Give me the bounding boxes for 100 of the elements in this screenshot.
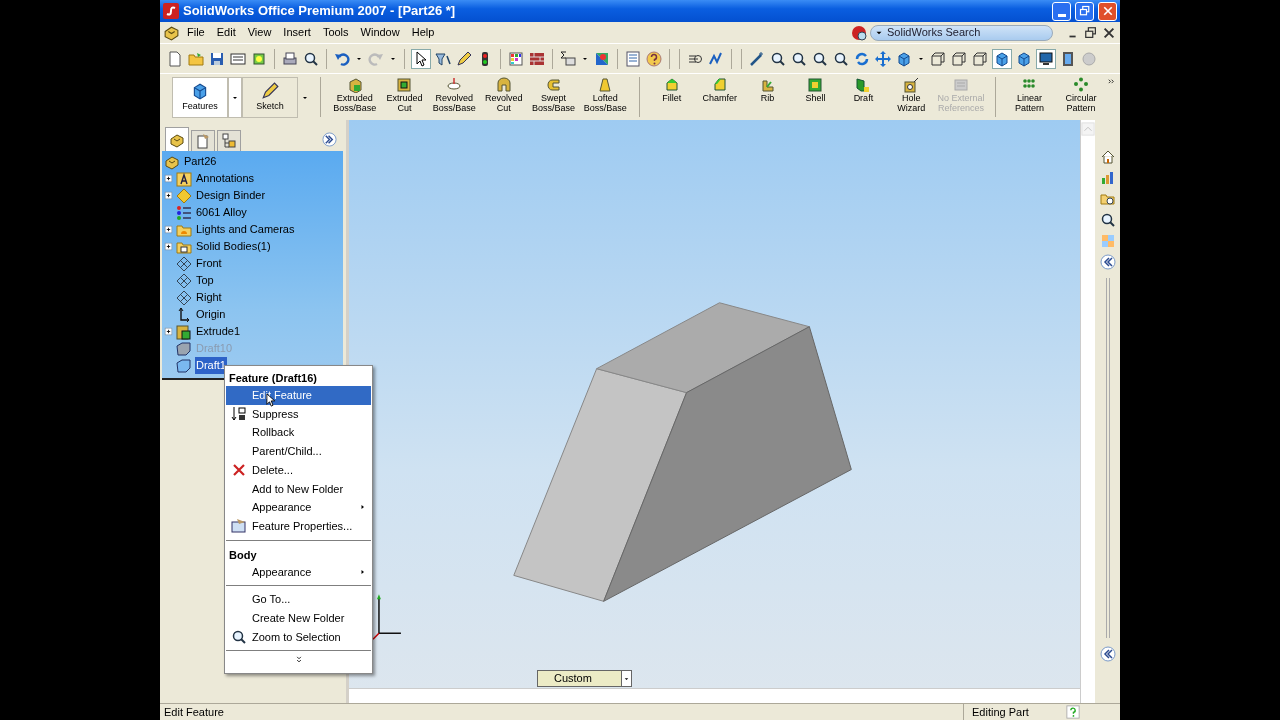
loft-icon bbox=[597, 77, 614, 93]
sketch-pencil-icon[interactable] bbox=[455, 49, 473, 68]
menu-item[interactable]: Window bbox=[355, 23, 405, 42]
minimize-button[interactable] bbox=[1052, 1, 1071, 21]
sweep-icon bbox=[545, 77, 562, 93]
tree-item[interactable]: Draft1 bbox=[195, 357, 227, 374]
expand-icon[interactable] bbox=[164, 174, 173, 183]
context-menu-item[interactable]: Create New Folder bbox=[226, 608, 371, 628]
tree-item[interactable]: Right bbox=[195, 289, 223, 306]
disabled-references-icon bbox=[953, 77, 969, 93]
menu-item[interactable]: Edit bbox=[211, 23, 241, 42]
restore-button[interactable] bbox=[1075, 1, 1094, 21]
expand-icon[interactable] bbox=[164, 225, 173, 234]
axis-triad-icon bbox=[372, 594, 402, 641]
context-menu-item[interactable]: Rollback bbox=[226, 423, 371, 443]
expand-icon[interactable] bbox=[164, 327, 173, 336]
wand-icon[interactable] bbox=[748, 49, 766, 68]
command-button[interactable]: Hole Wizard bbox=[887, 77, 936, 118]
menu-item[interactable]: Insert bbox=[278, 23, 316, 42]
collapse-panel-icon[interactable] bbox=[1098, 253, 1117, 271]
command-button[interactable]: Fillet bbox=[647, 77, 696, 118]
context-menu-item[interactable]: Delete... bbox=[226, 460, 371, 480]
menu-section-title: Feature (Draft16) bbox=[228, 371, 319, 386]
command-button[interactable]: Circular Pattern bbox=[1055, 77, 1107, 118]
shaded-edges-icon[interactable] bbox=[992, 48, 1012, 69]
command-button[interactable]: Revolved Boss/Base bbox=[428, 77, 480, 118]
minimize-icon bbox=[1057, 13, 1066, 17]
printer-icon[interactable] bbox=[281, 49, 299, 68]
origin-icon bbox=[176, 306, 192, 323]
equation-icon[interactable] bbox=[559, 49, 577, 68]
tree-item[interactable]: 6061 Alloy bbox=[195, 204, 248, 221]
select-cursor-icon[interactable] bbox=[411, 48, 431, 69]
command-button[interactable]: Extruded Boss/Base bbox=[328, 77, 381, 118]
revolve-icon bbox=[446, 77, 463, 93]
horizontal-scrollbar[interactable] bbox=[349, 688, 1080, 703]
close-icon bbox=[1101, 5, 1114, 17]
menu-item[interactable]: File bbox=[182, 23, 210, 42]
fillet-icon bbox=[663, 77, 680, 93]
circular-dots-icon bbox=[1073, 77, 1090, 93]
command-button[interactable]: Shell bbox=[791, 77, 840, 118]
outline-cube-icon[interactable] bbox=[971, 49, 989, 68]
tree-item[interactable]: Front bbox=[195, 255, 223, 272]
property-tab[interactable] bbox=[191, 130, 215, 151]
tree-item[interactable]: Annotations bbox=[195, 170, 256, 187]
context-menu-item[interactable]: Add to New Folder bbox=[226, 479, 371, 499]
vertical-scrollbar[interactable] bbox=[1080, 120, 1095, 703]
command-button[interactable]: Draft bbox=[839, 77, 888, 118]
tree-item[interactable]: Design Binder bbox=[195, 187, 267, 204]
expand-panel-icon[interactable] bbox=[322, 132, 337, 147]
hole-icon bbox=[903, 77, 920, 93]
tree-item[interactable]: Lights and Cameras bbox=[195, 221, 296, 238]
context-menu-item[interactable]: Appearance bbox=[226, 562, 371, 582]
sketch-tab[interactable]: Sketch bbox=[242, 77, 298, 118]
context-menu-item[interactable]: Go To... bbox=[226, 590, 371, 609]
command-button[interactable]: Revolved Cut bbox=[479, 77, 528, 118]
wireframe-icon[interactable] bbox=[929, 49, 947, 68]
help-icon[interactable] bbox=[645, 49, 663, 68]
command-button[interactable]: Lofted Boss/Base bbox=[579, 77, 631, 118]
command-button[interactable]: Extruded Cut bbox=[380, 77, 429, 118]
document-restore-icon[interactable] bbox=[1083, 24, 1099, 41]
app-menu-icon[interactable] bbox=[163, 24, 180, 41]
menu-item[interactable]: Help bbox=[406, 23, 440, 42]
expand-icon[interactable] bbox=[164, 242, 173, 251]
new-file-icon[interactable] bbox=[166, 49, 184, 68]
command-button[interactable]: Swept Boss/Base bbox=[527, 77, 580, 118]
context-menu-item[interactable]: Feature Properties... bbox=[226, 516, 371, 536]
cut-icon bbox=[396, 77, 413, 93]
extrude-feature-icon bbox=[176, 323, 192, 340]
color-grid-icon[interactable] bbox=[507, 49, 525, 68]
feature-tree-tab[interactable] bbox=[165, 127, 189, 151]
menu-section-title: Body bbox=[228, 547, 258, 563]
context-menu-item[interactable]: Parent/Child... bbox=[226, 442, 371, 461]
menu-item[interactable]: Tools bbox=[317, 23, 354, 42]
context-menu-item[interactable]: Suppress bbox=[226, 404, 371, 424]
features-tab[interactable]: Features bbox=[172, 77, 228, 118]
expand-icon[interactable] bbox=[164, 191, 173, 200]
plane-icon bbox=[176, 255, 192, 272]
tree-item[interactable]: Top bbox=[195, 272, 215, 289]
search-field[interactable]: SolidWorks Search bbox=[870, 24, 1053, 41]
hidden-lines-icon[interactable] bbox=[950, 49, 968, 68]
context-menu-item[interactable]: Zoom to Selection bbox=[226, 627, 371, 647]
context-menu-item[interactable]: Appearance bbox=[226, 498, 371, 517]
shell-icon bbox=[807, 77, 824, 93]
pan-icon[interactable] bbox=[874, 49, 892, 68]
collapse-panel-icon[interactable] bbox=[1098, 645, 1117, 663]
perspective-monitor-icon[interactable] bbox=[1036, 48, 1056, 69]
configuration-tab[interactable] bbox=[217, 130, 241, 151]
command-button[interactable]: Chamfer bbox=[695, 77, 744, 118]
plane-icon bbox=[176, 289, 192, 306]
app-logo-icon bbox=[163, 3, 179, 19]
tree-item[interactable]: Solid Bodies(1) bbox=[195, 238, 272, 255]
window-title: SolidWorks Office Premium 2007 - [Part26 *] bbox=[183, 2, 457, 21]
tree-root[interactable]: Part26 bbox=[183, 153, 218, 170]
close-button[interactable] bbox=[1098, 1, 1117, 21]
tree-item[interactable]: Origin bbox=[195, 306, 227, 323]
command-button[interactable]: Rib bbox=[743, 77, 792, 118]
menu-item[interactable]: View bbox=[242, 23, 277, 42]
command-button[interactable]: Linear Pattern bbox=[1003, 77, 1056, 118]
tree-item[interactable]: Extrude1 bbox=[195, 323, 242, 340]
properties-icon bbox=[231, 518, 247, 535]
